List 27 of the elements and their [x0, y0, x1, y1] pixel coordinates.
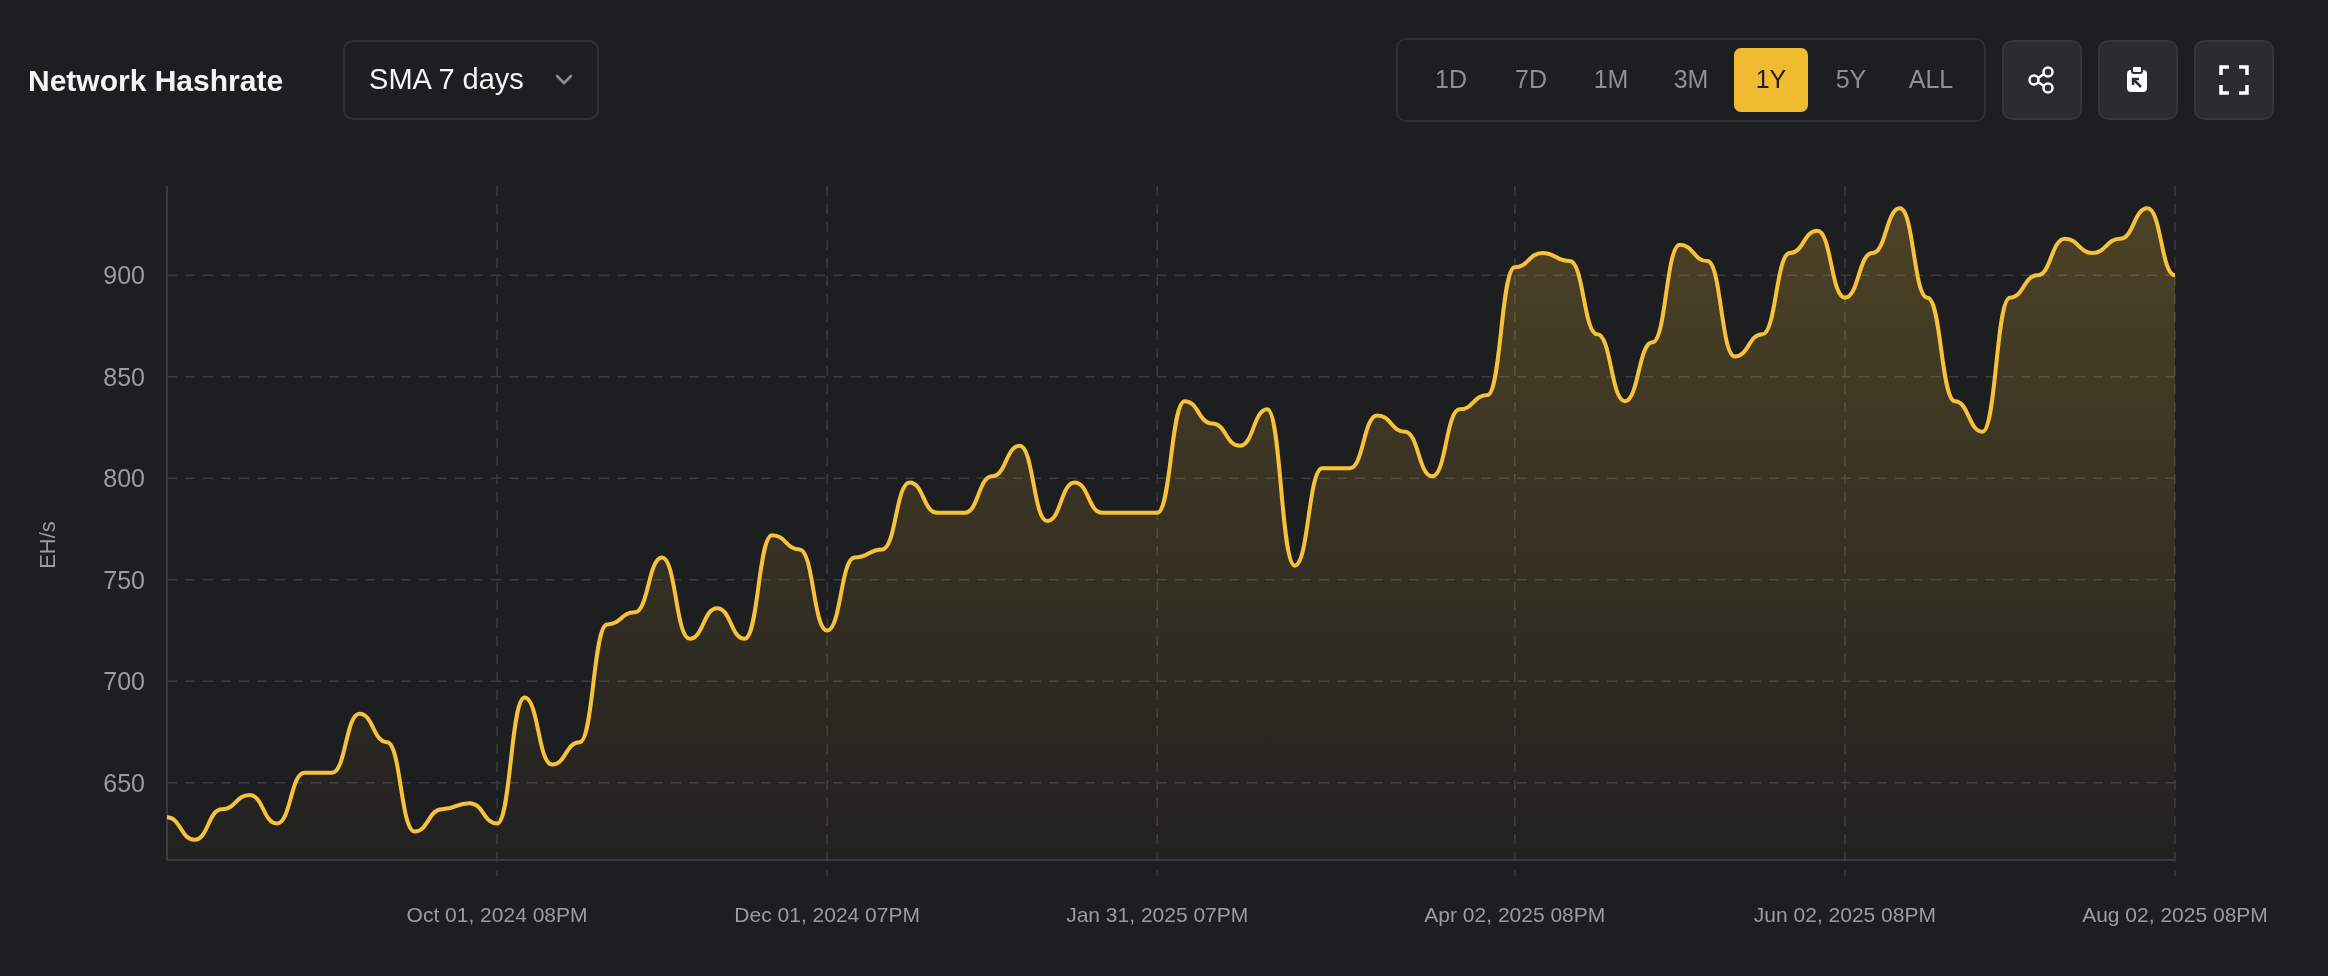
range-tab[interactable]: 1D: [1414, 48, 1488, 112]
y-tick-label: 700: [103, 667, 145, 696]
y-tick-label: 900: [103, 261, 145, 290]
range-tab[interactable]: 3M: [1654, 48, 1728, 112]
range-tab[interactable]: 5Y: [1814, 48, 1888, 112]
range-tab[interactable]: ALL: [1894, 48, 1968, 112]
fullscreen-icon: [2218, 64, 2250, 96]
fullscreen-button[interactable]: [2194, 40, 2274, 120]
chevron-down-icon: [555, 74, 574, 86]
y-tick-label: 850: [103, 362, 145, 391]
x-tick-label: Oct 01, 2024 08PM: [406, 903, 588, 926]
average-dropdown[interactable]: SMA 7 days: [343, 40, 600, 120]
clipboard-button[interactable]: [2098, 40, 2178, 120]
range-tab[interactable]: 7D: [1494, 48, 1568, 112]
y-tick-label: 650: [103, 768, 145, 797]
share-button[interactable]: [2002, 40, 2082, 120]
y-tick-label: 750: [103, 565, 145, 594]
y-tick-label: 800: [103, 464, 145, 493]
y-axis-label: EH/s: [35, 521, 60, 569]
chart-title: Network Hashrate: [28, 62, 284, 99]
range-tab[interactable]: 1Y: [1734, 48, 1808, 112]
range-tab[interactable]: 1M: [1574, 48, 1648, 112]
x-tick-label: Jun 02, 2025 08PM: [1753, 903, 1936, 926]
x-tick-label: Apr 02, 2025 08PM: [1424, 903, 1606, 926]
x-tick-label: Dec 01, 2024 07PM: [734, 903, 920, 926]
x-tick-label: Aug 02, 2025 08PM: [2082, 903, 2268, 926]
x-tick-label: Jan 31, 2025 07PM: [1066, 903, 1249, 926]
